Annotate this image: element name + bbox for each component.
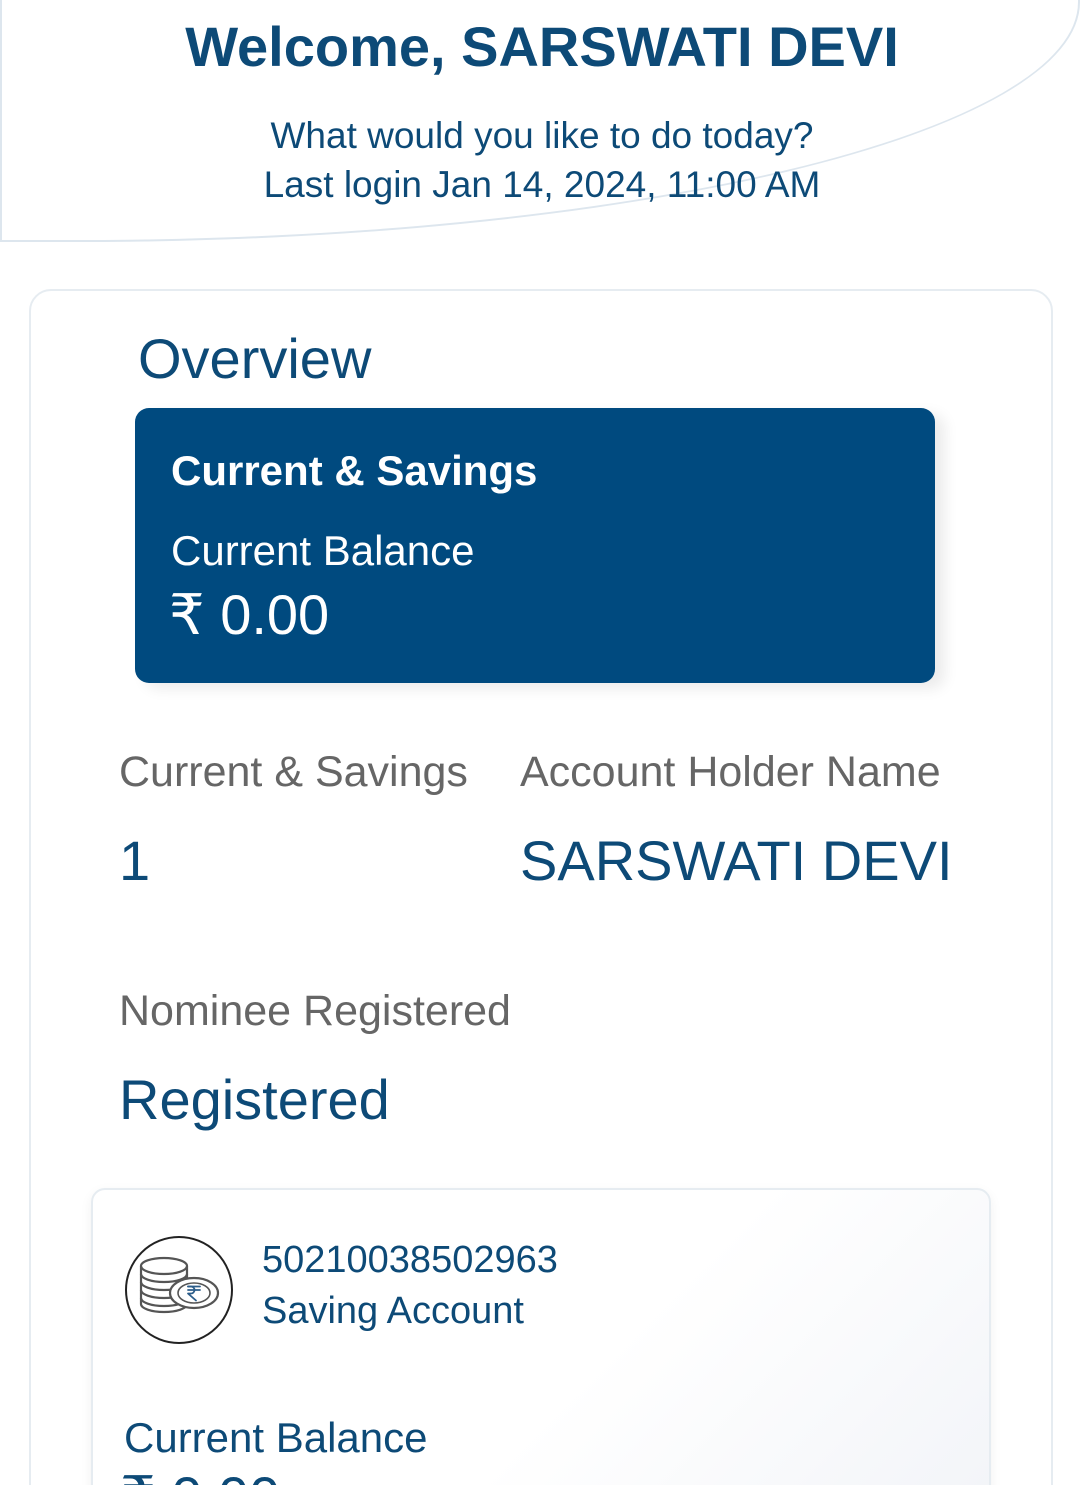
balance-card-amount: ₹ 0.00 (169, 583, 330, 646)
tile-balance-label: Current Balance (124, 1414, 428, 1461)
last-login-text: Last login Jan 14, 2024, 11:00 AM (263, 164, 821, 205)
nominee-label: Nominee Registered (119, 987, 511, 1035)
accounts-count-label: Current & Savings (119, 748, 468, 796)
welcome-subtitle: What would you like to do today? (270, 115, 814, 156)
account-holder-value: SARSWATI DEVI (520, 829, 953, 892)
welcome-title: Welcome, SARSWATI DEVI (185, 15, 899, 78)
accounts-count-value: 1 (119, 829, 151, 892)
balance-card-title: Current & Savings (171, 447, 538, 494)
current-savings-balance-card[interactable]: Current & Savings Current Balance ₹ 0.00 (135, 408, 935, 683)
account-holder-label: Account Holder Name (520, 748, 941, 796)
accounts-overview-screen: Welcome, SARSWATI DEVI What would you li… (0, 0, 1080, 1485)
balance-card-label: Current Balance (171, 527, 475, 574)
nominee-value: Registered (119, 1068, 390, 1131)
coins-rupee-icon (125, 1236, 233, 1344)
account-number: 50210038502963 (262, 1239, 558, 1281)
tile-balance-amount: ₹ 0.00 (120, 1464, 280, 1485)
welcome-panel: Welcome, SARSWATI DEVI What would you li… (0, 0, 1080, 242)
account-type: Saving Account (262, 1290, 524, 1332)
overview-heading: Overview (138, 327, 372, 390)
